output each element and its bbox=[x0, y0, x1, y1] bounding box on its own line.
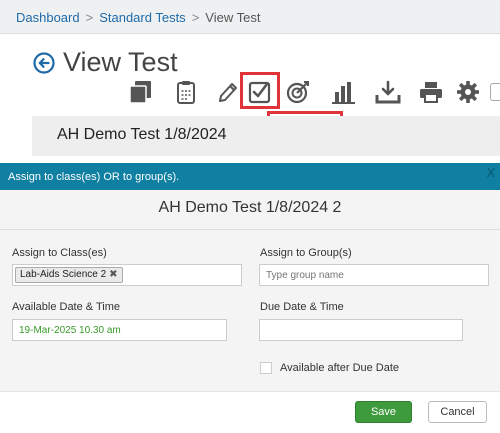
due-date-label: Due Date & Time bbox=[260, 301, 344, 313]
assign-group-label: Assign to Group(s) bbox=[260, 247, 352, 259]
page-title: View Test bbox=[63, 47, 178, 77]
modal-divider bbox=[0, 229, 500, 230]
assign-group-input[interactable] bbox=[259, 264, 489, 286]
class-tag: Lab-Aids Science 2 ✖ bbox=[15, 267, 123, 283]
back-arrow-icon[interactable] bbox=[33, 52, 55, 74]
modal-body bbox=[0, 190, 500, 391]
breadcrumb-current: View Test bbox=[205, 10, 261, 25]
copy-icon[interactable] bbox=[128, 80, 154, 104]
printer-icon[interactable] bbox=[418, 80, 444, 104]
due-date-input[interactable] bbox=[259, 319, 463, 341]
save-button[interactable]: Save bbox=[355, 401, 412, 423]
clipboard-icon[interactable] bbox=[173, 80, 199, 104]
close-icon[interactable]: X bbox=[482, 163, 500, 183]
toolbar-overflow-button[interactable] bbox=[490, 83, 500, 101]
class-tag-label: Lab-Aids Science 2 bbox=[20, 269, 107, 280]
breadcrumb-separator: > bbox=[85, 10, 94, 25]
cancel-button[interactable]: Cancel bbox=[428, 401, 487, 423]
pencil-icon[interactable] bbox=[214, 80, 240, 104]
bar-chart-icon[interactable] bbox=[331, 80, 357, 104]
available-after-due-label: Available after Due Date bbox=[280, 362, 400, 374]
modal-header: Assign to class(es) OR to group(s). bbox=[0, 163, 500, 190]
assign-class-label: Assign to Class(es) bbox=[12, 247, 107, 259]
download-icon[interactable] bbox=[375, 80, 401, 104]
test-name: AH Demo Test 1/8/2024 bbox=[57, 126, 227, 143]
available-date-input[interactable]: 19-Mar-2025 10.30 am bbox=[12, 319, 227, 341]
available-date-label: Available Date & Time bbox=[12, 301, 121, 313]
target-icon[interactable] bbox=[285, 80, 311, 104]
assign-test-highlight bbox=[240, 72, 280, 109]
modal-title: AH Demo Test 1/8/2024 2 bbox=[158, 199, 342, 216]
gear-icon[interactable] bbox=[455, 80, 481, 104]
breadcrumb-dashboard[interactable]: Dashboard bbox=[16, 10, 80, 25]
modal-footer bbox=[0, 391, 500, 433]
breadcrumb-separator: > bbox=[191, 10, 200, 25]
remove-tag-icon[interactable]: ✖ bbox=[109, 269, 117, 280]
breadcrumb-standard-tests[interactable]: Standard Tests bbox=[99, 10, 185, 25]
available-after-due-checkbox[interactable] bbox=[260, 362, 272, 374]
breadcrumb: Dashboard > Standard Tests > View Test bbox=[0, 0, 500, 34]
